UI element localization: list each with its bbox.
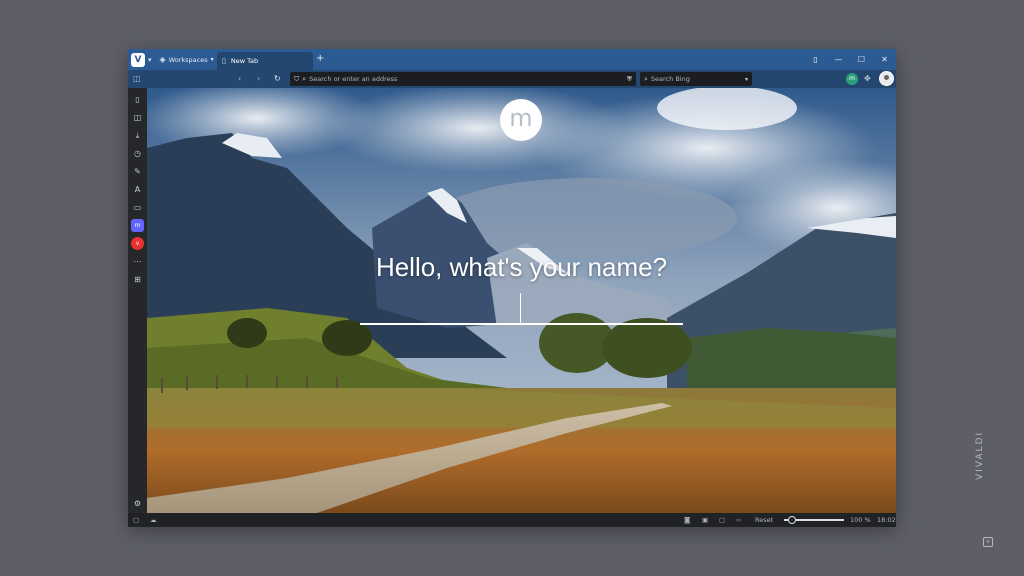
settings-icon[interactable]: ⚙ (131, 497, 144, 510)
image-icon[interactable]: ▣ (702, 513, 708, 527)
notes-icon[interactable]: ✎ (131, 165, 144, 178)
vivaldi-menu-button[interactable]: V (131, 52, 145, 67)
forward-icon[interactable]: › (257, 73, 260, 85)
url-placeholder: Search or enter an address (309, 75, 398, 83)
tile-icon[interactable]: ▯ (804, 55, 827, 64)
page-icon: ▯ (222, 57, 226, 65)
bookmarks-icon[interactable]: ▯ (131, 93, 144, 106)
chevron-down-icon[interactable]: ▾ (745, 76, 748, 83)
panel-toggle-icon[interactable]: ◫ (133, 73, 141, 85)
page-content: m Hello, what's your name? (147, 88, 896, 513)
search-icon: ⌕ (644, 74, 648, 83)
history-icon[interactable]: ◷ (131, 147, 144, 160)
extension-icon[interactable]: m (846, 73, 858, 85)
window-icon[interactable]: ▭ (131, 201, 144, 214)
zoom-reset-button[interactable]: Reset (755, 513, 773, 527)
text-caret (520, 293, 521, 323)
sync-cloud-icon[interactable]: ☁ (150, 513, 157, 527)
reading-list-icon[interactable]: ◫ (131, 111, 144, 124)
profile-avatar[interactable] (879, 71, 894, 86)
reload-icon[interactable]: ↻ (274, 73, 281, 85)
maximize-button[interactable]: ☐ (850, 55, 873, 64)
puzzle-icon[interactable]: ✥ (864, 73, 871, 85)
back-icon[interactable]: ‹ (238, 73, 241, 85)
chevron-down-icon[interactable]: ▾ (628, 73, 631, 85)
vivaldi-logo-icon: v (983, 537, 993, 547)
search-placeholder: Search Bing (650, 75, 690, 83)
url-field[interactable]: ⛉ ⌕ Search or enter an address ⛉ (290, 72, 636, 86)
vivaldi-watermark: VIVALDI (975, 430, 985, 480)
zoom-level: 100 % (850, 516, 871, 524)
side-panel: ▯ ◫ ⤓ ◷ ✎ A ▭ m v ⋯ ⊞ ⚙ (128, 88, 147, 513)
status-bar: ▢ ☁ ◙ ▣ ▢ ‹› Reset 100 % 18:02 (128, 513, 896, 527)
capture-icon[interactable]: ▢ (133, 513, 139, 527)
tab-bar: V ▾ ◈ Workspaces ▾ ▯ New Tab + ▯ — ☐ ✕ (128, 49, 896, 70)
name-input[interactable] (360, 289, 683, 325)
browser-window: V ▾ ◈ Workspaces ▾ ▯ New Tab + ▯ — ☐ ✕ ◫… (128, 49, 896, 527)
code-icon[interactable]: ‹› (736, 513, 741, 527)
minimize-button[interactable]: — (827, 55, 850, 64)
more-icon[interactable]: ⋯ (131, 255, 144, 268)
workspaces-label: Workspaces (168, 55, 208, 64)
workspaces-button[interactable]: ◈ Workspaces ▾ (160, 49, 214, 70)
greeting-text: Hello, what's your name? (375, 252, 668, 282)
downloads-icon[interactable]: ⤓ (131, 129, 144, 142)
momentum-logo[interactable]: m (500, 99, 542, 141)
close-button[interactable]: ✕ (873, 55, 896, 64)
new-tab-button[interactable]: + (316, 53, 324, 64)
clock[interactable]: 18:02 (877, 513, 896, 527)
translate-icon[interactable]: A (131, 183, 144, 196)
vivaldi-icon[interactable]: v (131, 237, 144, 250)
chevron-down-icon[interactable]: ▾ (148, 56, 152, 64)
address-bar: ◫ ‹ › ↻ ⛉ ⌕ Search or enter an address ⛉… (128, 70, 896, 88)
camera-icon[interactable]: ◙ (684, 513, 690, 527)
tab-new-tab[interactable]: ▯ New Tab (217, 52, 313, 70)
window-controls: ▯ — ☐ ✕ (804, 49, 896, 70)
add-panel-icon[interactable]: ⊞ (131, 273, 144, 286)
tab-title: New Tab (230, 57, 259, 65)
shield-icon: ⛉ (294, 74, 300, 83)
search-field[interactable]: ⌕ Search Bing ▾ (640, 72, 752, 86)
page-tiling-icon[interactable]: ▢ (719, 513, 725, 527)
workspaces-icon: ◈ (159, 55, 166, 64)
search-icon: ⌕ (302, 74, 307, 83)
mastodon-icon[interactable]: m (131, 219, 144, 232)
zoom-slider-handle[interactable] (788, 516, 796, 524)
chevron-down-icon: ▾ (210, 56, 214, 63)
